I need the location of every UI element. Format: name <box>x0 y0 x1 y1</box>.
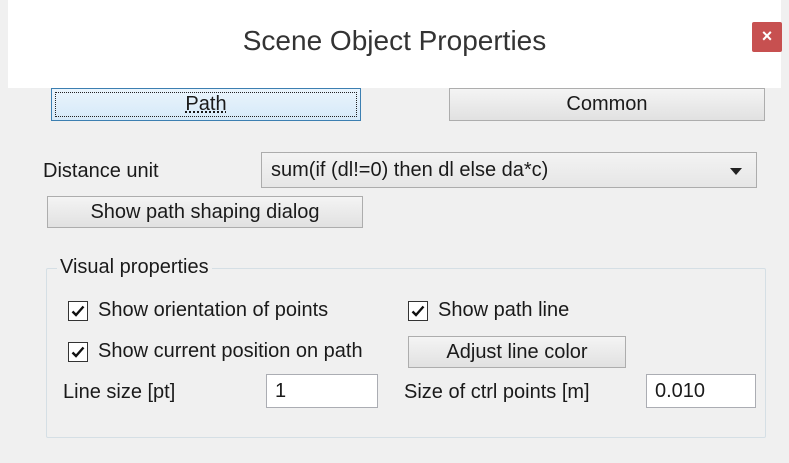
ctrl-points-size-value: 0.010 <box>655 380 706 402</box>
show-path-shaping-button[interactable]: Show path shaping dialog <box>47 196 363 228</box>
show-path-line-checkbox[interactable] <box>408 301 428 321</box>
show-orientation-checkbox[interactable] <box>68 301 88 321</box>
show-orientation-checkbox-row[interactable]: Show orientation of points <box>68 299 388 323</box>
line-size-input[interactable]: 1 <box>266 374 378 408</box>
show-orientation-label: Show orientation of points <box>98 299 329 321</box>
distance-unit-dropdown[interactable]: sum(if (dl!=0) then dl else da*c) <box>261 152 757 188</box>
show-current-position-checkbox-row[interactable]: Show current position on path <box>68 340 408 364</box>
line-size-value: 1 <box>275 380 287 402</box>
tab-common-label: Common <box>566 93 648 115</box>
window-title: Scene Object Properties <box>242 25 547 56</box>
adjust-line-color-button[interactable]: Adjust line color <box>408 336 626 368</box>
title-bar[interactable]: Scene Object Properties × <box>8 0 782 88</box>
show-path-line-checkbox-row[interactable]: Show path line <box>408 299 608 323</box>
dialog-client-area: Path Common Distance unit sum(if (dl!=0)… <box>8 88 781 463</box>
chevron-down-icon <box>730 168 742 175</box>
line-size-label: Line size [pt] <box>63 381 176 403</box>
ctrl-points-size-label: Size of ctrl points [m] <box>404 381 590 403</box>
ctrl-points-size-input[interactable]: 0.010 <box>646 374 756 408</box>
dialog-window: Scene Object Properties × Path Common Di… <box>0 0 789 463</box>
visual-properties-legend: Visual properties <box>57 256 212 279</box>
show-path-line-label: Show path line <box>438 299 570 321</box>
distance-unit-value: sum(if (dl!=0) then dl else da*c) <box>271 159 549 181</box>
focus-ring <box>55 92 357 117</box>
show-current-position-checkbox[interactable] <box>68 342 88 362</box>
tab-common[interactable]: Common <box>449 88 765 121</box>
check-icon <box>71 305 85 317</box>
show-current-position-label: Show current position on path <box>98 340 363 362</box>
distance-unit-label: Distance unit <box>43 160 159 182</box>
tab-path[interactable]: Path <box>51 88 361 121</box>
show-path-shaping-label: Show path shaping dialog <box>90 201 320 223</box>
close-icon: × <box>761 26 773 46</box>
check-icon <box>71 346 85 358</box>
check-icon <box>411 305 425 317</box>
close-button[interactable]: × <box>752 22 782 52</box>
adjust-line-color-label: Adjust line color <box>446 341 588 363</box>
